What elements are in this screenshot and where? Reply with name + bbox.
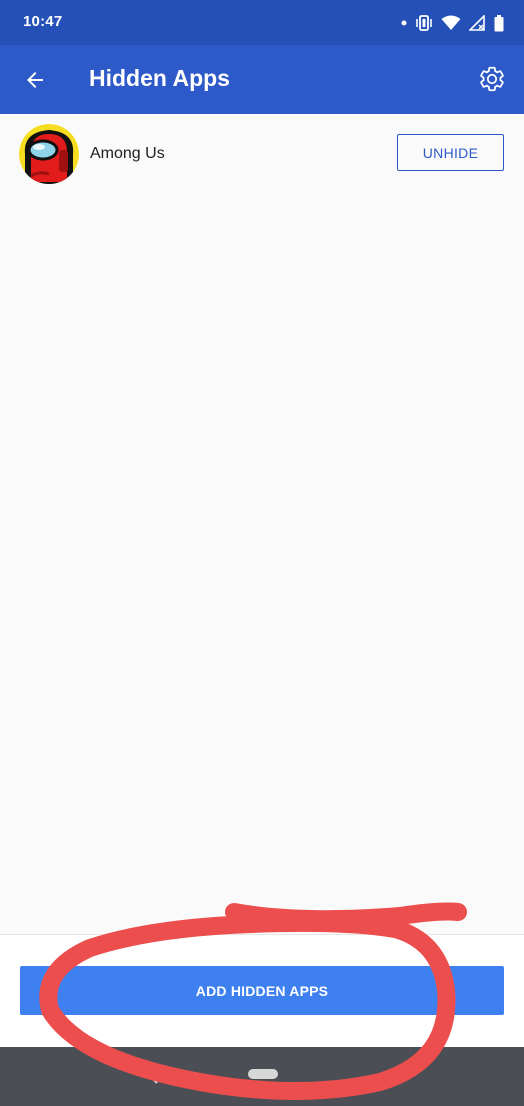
battery-icon [494, 14, 504, 31]
page-title: Hidden Apps [89, 65, 230, 91]
back-button[interactable] [14, 59, 56, 101]
status-icons [401, 13, 504, 33]
status-bar: 10:47 [0, 0, 524, 45]
among-us-app-icon [19, 124, 79, 184]
hidden-apps-list: Among Us UNHIDE [0, 114, 524, 934]
gear-icon [480, 66, 504, 92]
notification-dot-icon [401, 20, 407, 26]
bottom-action-panel: ADD HIDDEN APPS [0, 934, 524, 1047]
wifi-icon [441, 15, 461, 30]
signal-icon [469, 15, 485, 31]
arrow-back-icon [27, 72, 43, 88]
list-item: Among Us UNHIDE [0, 114, 524, 194]
app-bar: Hidden Apps [0, 45, 524, 114]
app-name: Among Us [90, 145, 165, 162]
add-hidden-apps-button[interactable]: ADD HIDDEN APPS [20, 966, 504, 1015]
status-time: 10:47 [23, 13, 63, 30]
system-nav-bar [0, 1047, 524, 1106]
vibrate-icon [416, 15, 432, 31]
unhide-button[interactable]: UNHIDE [397, 134, 504, 171]
nav-home-pill[interactable] [248, 1069, 278, 1079]
nav-back-icon[interactable] [145, 1067, 165, 1087]
settings-button[interactable] [472, 59, 512, 99]
